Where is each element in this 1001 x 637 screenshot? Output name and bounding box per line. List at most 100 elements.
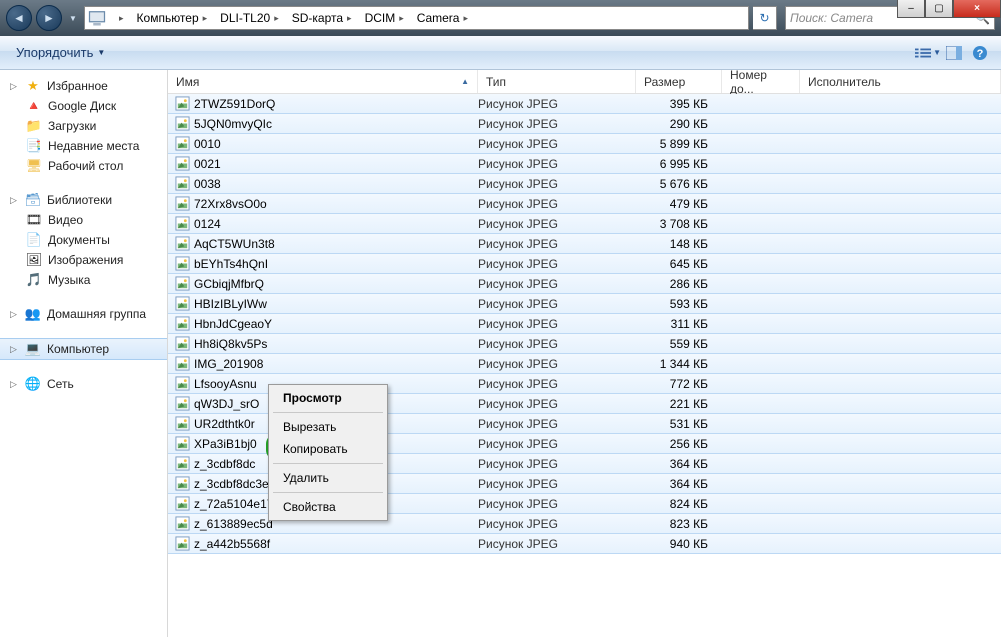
file-row[interactable]: IMG_201908Рисунок JPEG1 344 КБ xyxy=(168,353,1001,374)
file-row[interactable]: Hh8iQ8kv5PsРисунок JPEG559 КБ xyxy=(168,333,1001,354)
file-type: Рисунок JPEG xyxy=(478,497,636,511)
sidebar-item[interactable]: 🖼Изображения xyxy=(0,250,167,270)
computer-icon: 💻 xyxy=(25,341,41,357)
context-cut[interactable]: Вырезать xyxy=(271,416,385,438)
image-file-icon xyxy=(174,296,190,312)
sort-ascending-icon: ▲ xyxy=(461,77,469,86)
computer-icon xyxy=(87,8,107,28)
forward-button[interactable]: ► xyxy=(36,5,62,31)
folder-icon: 📁 xyxy=(26,118,42,134)
preview-pane-button[interactable] xyxy=(941,42,967,64)
image-file-icon xyxy=(174,496,190,512)
libraries-header[interactable]: ▷ 🗃 Библиотеки xyxy=(0,190,167,210)
chevron-right-icon: ▸ xyxy=(399,13,404,24)
file-size: 395 КБ xyxy=(636,97,722,111)
breadcrumb[interactable]: Camera▸ xyxy=(411,7,475,29)
file-name: bEYhTs4hQnI xyxy=(194,257,478,271)
sidebar-item-computer[interactable]: ▷ 💻 Компьютер xyxy=(0,338,167,360)
sidebar-item[interactable]: 📁Загрузки xyxy=(0,116,167,136)
breadcrumb[interactable]: Компьютер▸ xyxy=(131,7,215,29)
sidebar-item[interactable]: 🎵Музыка xyxy=(0,270,167,290)
favorites-header[interactable]: ▷ ★ Избранное xyxy=(0,76,167,96)
file-row[interactable]: 0124Рисунок JPEG3 708 КБ xyxy=(168,213,1001,234)
file-size: 645 КБ xyxy=(636,257,722,271)
file-type: Рисунок JPEG xyxy=(478,317,636,331)
breadcrumb[interactable]: ▸ xyxy=(109,7,131,29)
minimize-button[interactable]: – xyxy=(897,0,925,18)
file-row[interactable]: 0038Рисунок JPEG5 676 КБ xyxy=(168,173,1001,194)
file-row[interactable]: HBIzIBLyIWwРисунок JPEG593 КБ xyxy=(168,293,1001,314)
file-type: Рисунок JPEG xyxy=(478,397,636,411)
file-row[interactable]: 5JQN0mvyQIcРисунок JPEG290 КБ xyxy=(168,113,1001,134)
collapse-icon: ▷ xyxy=(10,309,19,320)
file-name: Hh8iQ8kv5Ps xyxy=(194,337,478,351)
context-copy[interactable]: Копировать xyxy=(271,438,385,460)
library-icon: 🖼 xyxy=(26,252,42,268)
homegroup-header[interactable]: ▷ 👥 Домашняя группа xyxy=(0,304,167,324)
sidebar-item[interactable]: 🖥Рабочий стол xyxy=(0,156,167,176)
file-size: 286 КБ xyxy=(636,277,722,291)
file-row[interactable]: HbnJdCgeaoYРисунок JPEG311 КБ xyxy=(168,313,1001,334)
file-type: Рисунок JPEG xyxy=(478,237,636,251)
column-size[interactable]: Размер xyxy=(636,70,722,93)
file-size: 364 КБ xyxy=(636,477,722,491)
sidebar-item[interactable]: 🔺Google Диск xyxy=(0,96,167,116)
file-type: Рисунок JPEG xyxy=(478,357,636,371)
sidebar-item[interactable]: 🎞Видео xyxy=(0,210,167,230)
file-size: 824 КБ xyxy=(636,497,722,511)
file-row[interactable]: 2TWZ591DorQРисунок JPEG395 КБ xyxy=(168,94,1001,114)
refresh-button[interactable]: ↻ xyxy=(753,6,777,30)
context-delete[interactable]: Удалить xyxy=(271,467,385,489)
image-file-icon xyxy=(174,476,190,492)
organize-button[interactable]: Упорядочить ▼ xyxy=(8,41,113,64)
close-button[interactable]: × xyxy=(953,0,1001,18)
column-artist[interactable]: Исполнитель xyxy=(800,70,1001,93)
file-type: Рисунок JPEG xyxy=(478,297,636,311)
file-size: 3 708 КБ xyxy=(636,217,722,231)
file-size: 290 КБ xyxy=(636,117,722,131)
history-dropdown[interactable]: ▼ xyxy=(66,8,80,28)
file-size: 479 КБ xyxy=(636,197,722,211)
column-headers: Имя ▲ Тип Размер Номер до... Исполнитель xyxy=(168,70,1001,94)
file-size: 364 КБ xyxy=(636,457,722,471)
file-size: 772 КБ xyxy=(636,377,722,391)
image-file-icon xyxy=(174,256,190,272)
context-view[interactable]: Просмотр xyxy=(271,387,385,409)
file-size: 148 КБ xyxy=(636,237,722,251)
sidebar-item[interactable]: 📄Документы xyxy=(0,230,167,250)
file-type: Рисунок JPEG xyxy=(478,217,636,231)
file-row[interactable]: 72Xrx8vsO0oРисунок JPEG479 КБ xyxy=(168,193,1001,214)
file-row[interactable]: bEYhTs4hQnIРисунок JPEG645 КБ xyxy=(168,253,1001,274)
address-bar[interactable]: ▸ Компьютер▸DLI-TL20▸SD-карта▸DCIM▸Camer… xyxy=(84,6,749,30)
breadcrumb[interactable]: DCIM▸ xyxy=(359,7,411,29)
file-name: 0124 xyxy=(194,217,478,231)
breadcrumb[interactable]: SD-карта▸ xyxy=(286,7,359,29)
maximize-button[interactable]: ▢ xyxy=(925,0,953,18)
file-row[interactable]: 0010Рисунок JPEG5 899 КБ xyxy=(168,133,1001,154)
chevron-down-icon: ▼ xyxy=(97,48,105,57)
file-size: 940 КБ xyxy=(636,537,722,551)
network-header[interactable]: ▷ 🌐 Сеть xyxy=(0,374,167,394)
column-track[interactable]: Номер до... xyxy=(722,70,800,93)
column-type[interactable]: Тип xyxy=(478,70,636,93)
file-list[interactable]: 2TWZ591DorQРисунок JPEG395 КБ5JQN0mvyQIc… xyxy=(168,94,1001,637)
file-type: Рисунок JPEG xyxy=(478,157,636,171)
file-size: 1 344 КБ xyxy=(636,357,722,371)
column-name[interactable]: Имя ▲ xyxy=(168,70,478,93)
back-button[interactable]: ◄ xyxy=(6,5,32,31)
context-properties[interactable]: Свойства xyxy=(271,496,385,518)
breadcrumb[interactable]: DLI-TL20▸ xyxy=(214,7,286,29)
separator xyxy=(273,463,383,464)
file-size: 559 КБ xyxy=(636,337,722,351)
sidebar-item[interactable]: 📑Недавние места xyxy=(0,136,167,156)
view-options-button[interactable]: ▼ xyxy=(915,42,941,64)
file-row[interactable]: 0021Рисунок JPEG6 995 КБ xyxy=(168,153,1001,174)
file-row[interactable]: AqCT5WUn3t8Рисунок JPEG148 КБ xyxy=(168,233,1001,254)
file-row[interactable]: z_a442b5568fРисунок JPEG940 КБ xyxy=(168,533,1001,554)
file-type: Рисунок JPEG xyxy=(478,177,636,191)
image-file-icon xyxy=(174,176,190,192)
help-button[interactable]: ? xyxy=(967,42,993,64)
navigation-pane: ▷ ★ Избранное 🔺Google Диск📁Загрузки📑Неда… xyxy=(0,70,168,637)
file-row[interactable]: GCbiqjMfbrQРисунок JPEG286 КБ xyxy=(168,273,1001,294)
file-size: 311 КБ xyxy=(636,317,722,331)
